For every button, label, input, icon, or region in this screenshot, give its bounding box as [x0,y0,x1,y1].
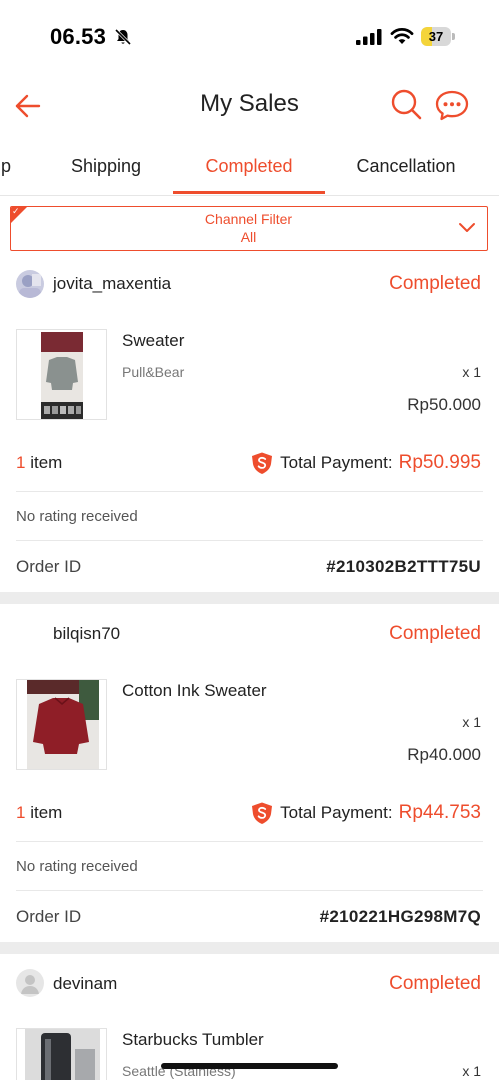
rating-status: No rating received [16,858,138,875]
avatar [16,620,44,648]
divider [16,841,483,842]
product-name: Sweater [122,331,185,350]
order-card[interactable]: jovita_maxentia Completed Sweater Pull&B… [0,262,499,592]
order-id-label: Order ID [16,557,82,576]
channel-filter-dropdown[interactable]: ✓ Channel Filter All [10,206,488,251]
product-quantity: x 1 [462,714,481,730]
total-payment-value: Rp44.753 [398,802,481,823]
shield-icon [252,802,273,824]
product-thumbnail[interactable] [16,329,107,420]
order-status-tabs: p Shipping Completed Cancellation [0,140,499,196]
tab-shipping[interactable]: Shipping [40,140,172,195]
buyer-name[interactable]: devinam [53,974,117,994]
active-tab-indicator [173,191,325,194]
battery-indicator: 37 [421,27,455,46]
product-thumbnail[interactable] [16,679,107,770]
order-id-label: Order ID [16,907,82,926]
card-separator [0,592,499,604]
order-id-value[interactable]: #210302B2TTT75U [326,557,481,577]
total-payment-row: Total Payment: Rp50.995 [250,450,481,476]
product-variant: Pull&Bear [122,364,185,380]
status-label: Completed [389,973,481,994]
home-indicator[interactable] [161,1063,338,1069]
order-card[interactable]: bilqisn70 Completed Cotton Ink Sweater x… [0,604,499,942]
tab-cancellation[interactable]: Cancellation [335,140,477,195]
status-time: 06.53 [50,24,107,49]
divider [16,540,483,541]
filter-title: Channel Filter [204,211,293,227]
filter-value: All [240,229,257,245]
page-title: My Sales [200,90,299,117]
product-quantity: x 1 [462,364,481,380]
product-price: Rp50.000 [407,395,481,414]
product-name: Starbucks Tumbler [122,1030,264,1049]
product-price: Rp40.000 [407,745,481,764]
shield-icon [252,452,273,474]
total-payment-label: Total Payment: [280,453,393,472]
item-count-word: item [25,453,63,472]
cellular-signal-icon [356,29,382,45]
total-payment-label: Total Payment: [280,803,393,822]
app-header: My Sales [0,72,499,140]
avatar [16,270,44,298]
chat-icon[interactable] [434,88,470,122]
divider [16,890,483,891]
battery-level: 37 [428,29,444,44]
order-card[interactable]: devinam Completed Starbucks Tumbler Seat… [0,954,499,1080]
total-payment-value: Rp50.995 [398,452,481,473]
rating-status: No rating received [16,508,138,525]
item-count-word: item [25,803,63,822]
status-label: Completed [389,273,481,294]
tab-completed[interactable]: Completed [173,140,325,195]
search-icon[interactable] [390,88,422,120]
total-payment-row: Total Payment: Rp44.753 [250,800,481,826]
item-count: 1 item [16,453,62,473]
status-bar: 06.53 37 [0,0,499,72]
chevron-down-icon [459,223,475,232]
product-quantity: x 1 [462,1063,481,1079]
card-separator [0,942,499,954]
product-name: Cotton Ink Sweater [122,681,267,700]
status-label: Completed [389,623,481,644]
divider [16,491,483,492]
wifi-icon [390,28,414,44]
order-id-value[interactable]: #210221HG298M7Q [320,907,481,927]
tab-partial[interactable]: p [0,140,18,195]
bell-muted-icon [114,28,132,46]
product-thumbnail[interactable] [16,1028,107,1080]
item-count: 1 item [16,803,62,823]
filter-area: ✓ Channel Filter All [0,196,499,262]
buyer-name[interactable]: jovita_maxentia [53,274,171,294]
avatar [16,969,44,997]
buyer-name[interactable]: bilqisn70 [53,624,120,644]
